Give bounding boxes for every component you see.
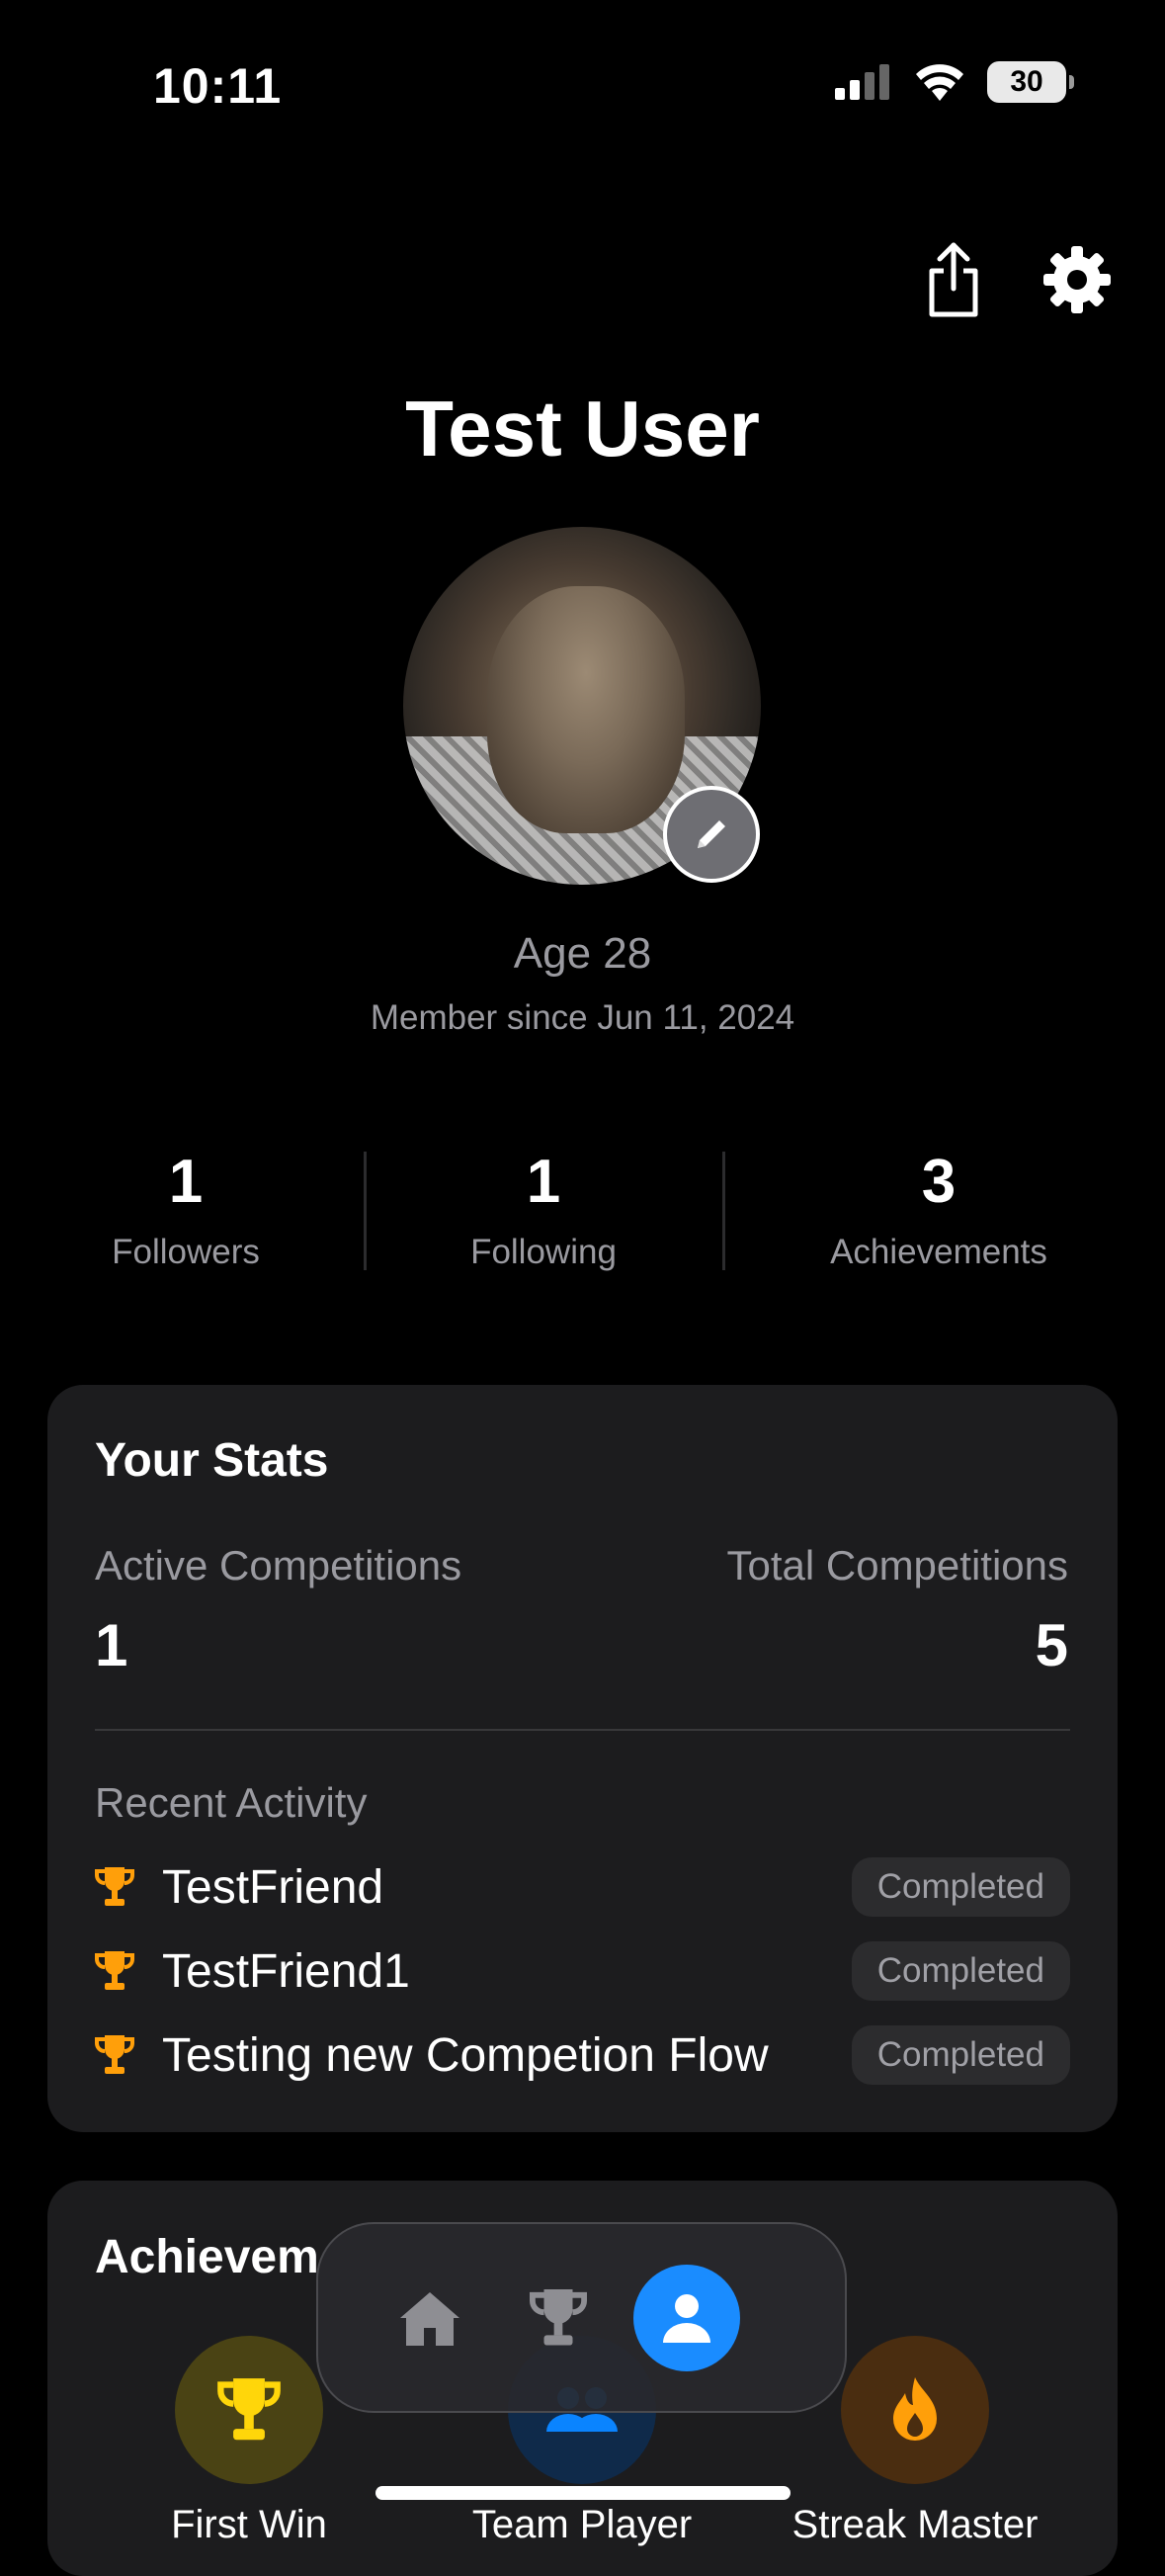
followers-count[interactable]: 1 Followers: [57, 1147, 314, 1272]
cellular-signal-icon: [835, 64, 889, 100]
activity-item[interactable]: TestFriend Completed: [95, 1856, 1070, 1918]
flame-icon: [893, 2377, 937, 2441]
wifi-icon: [916, 64, 963, 101]
achievements-value: 3: [921, 1148, 957, 1216]
divider: [722, 1152, 725, 1270]
active-competitions-label: Active Competitions: [95, 1542, 462, 1589]
followers-label: Followers: [112, 1233, 260, 1271]
divider: [364, 1152, 367, 1270]
tab-home[interactable]: [366, 2264, 494, 2372]
total-competitions-value: 5: [1035, 1612, 1068, 1678]
active-competitions-value: 1: [95, 1612, 128, 1678]
activity-name: Testing new Competion Flow: [162, 2028, 769, 2082]
tab-bar: [316, 2222, 847, 2413]
battery-icon: 30: [987, 61, 1074, 103]
achievement-streak-master[interactable]: [841, 2336, 989, 2484]
activity-name: TestFriend1: [162, 1944, 410, 1998]
tab-competitions[interactable]: [494, 2264, 623, 2372]
person-icon: [663, 2293, 710, 2343]
edit-avatar-button[interactable]: [663, 786, 760, 883]
stats-title: Your Stats: [95, 1434, 329, 1487]
home-icon: [400, 2291, 459, 2346]
home-indicator: [375, 2486, 791, 2500]
profile-name: Test User: [405, 385, 760, 472]
gear-icon: [1043, 246, 1111, 313]
tab-profile[interactable]: [623, 2264, 751, 2372]
activity-item[interactable]: TestFriend1 Completed: [95, 1940, 1070, 2002]
activity-item[interactable]: Testing new Competion Flow Completed: [95, 2024, 1070, 2086]
recent-activity-label: Recent Activity: [95, 1779, 368, 1826]
achievements-count[interactable]: 3 Achievements: [791, 1147, 1087, 1272]
status-badge: Completed: [851, 2025, 1070, 2085]
trophy-icon: [95, 1867, 134, 1906]
achievement-label: Streak Master: [791, 2503, 1039, 2546]
trophy-icon: [95, 2035, 134, 2074]
stats-divider: [95, 1729, 1070, 1731]
achievement-label: Team Player: [471, 2503, 693, 2546]
following-value: 1: [526, 1148, 561, 1216]
total-competitions-label: Total Competitions: [726, 1542, 1069, 1589]
trophy-icon: [217, 2378, 281, 2441]
share-icon: [929, 242, 978, 317]
activity-name: TestFriend: [162, 1860, 384, 1914]
achievements-label: Achievements: [830, 1233, 1047, 1271]
member-since: Member since Jun 11, 2024: [370, 998, 795, 1037]
following-count[interactable]: 1 Following: [415, 1147, 672, 1272]
achievements-title: Achievem: [95, 2231, 319, 2283]
pencil-icon: [698, 820, 725, 848]
trophy-icon: [530, 2288, 587, 2346]
following-label: Following: [470, 1233, 617, 1271]
status-indicators: 30: [835, 61, 1074, 103]
trophy-icon: [95, 1951, 134, 1990]
achievement-first-win[interactable]: [175, 2336, 323, 2484]
tab-profile-active: [633, 2264, 740, 2371]
stats-card: [47, 1385, 1118, 2132]
profile-age: Age 28: [513, 929, 652, 978]
status-badge: Completed: [851, 1857, 1070, 1917]
followers-value: 1: [168, 1148, 204, 1216]
status-badge: Completed: [851, 1941, 1070, 2001]
share-button[interactable]: [916, 237, 991, 322]
settings-button[interactable]: [1040, 237, 1115, 322]
achievement-label: First Win: [171, 2503, 327, 2546]
status-time: 10:11: [153, 58, 283, 114]
